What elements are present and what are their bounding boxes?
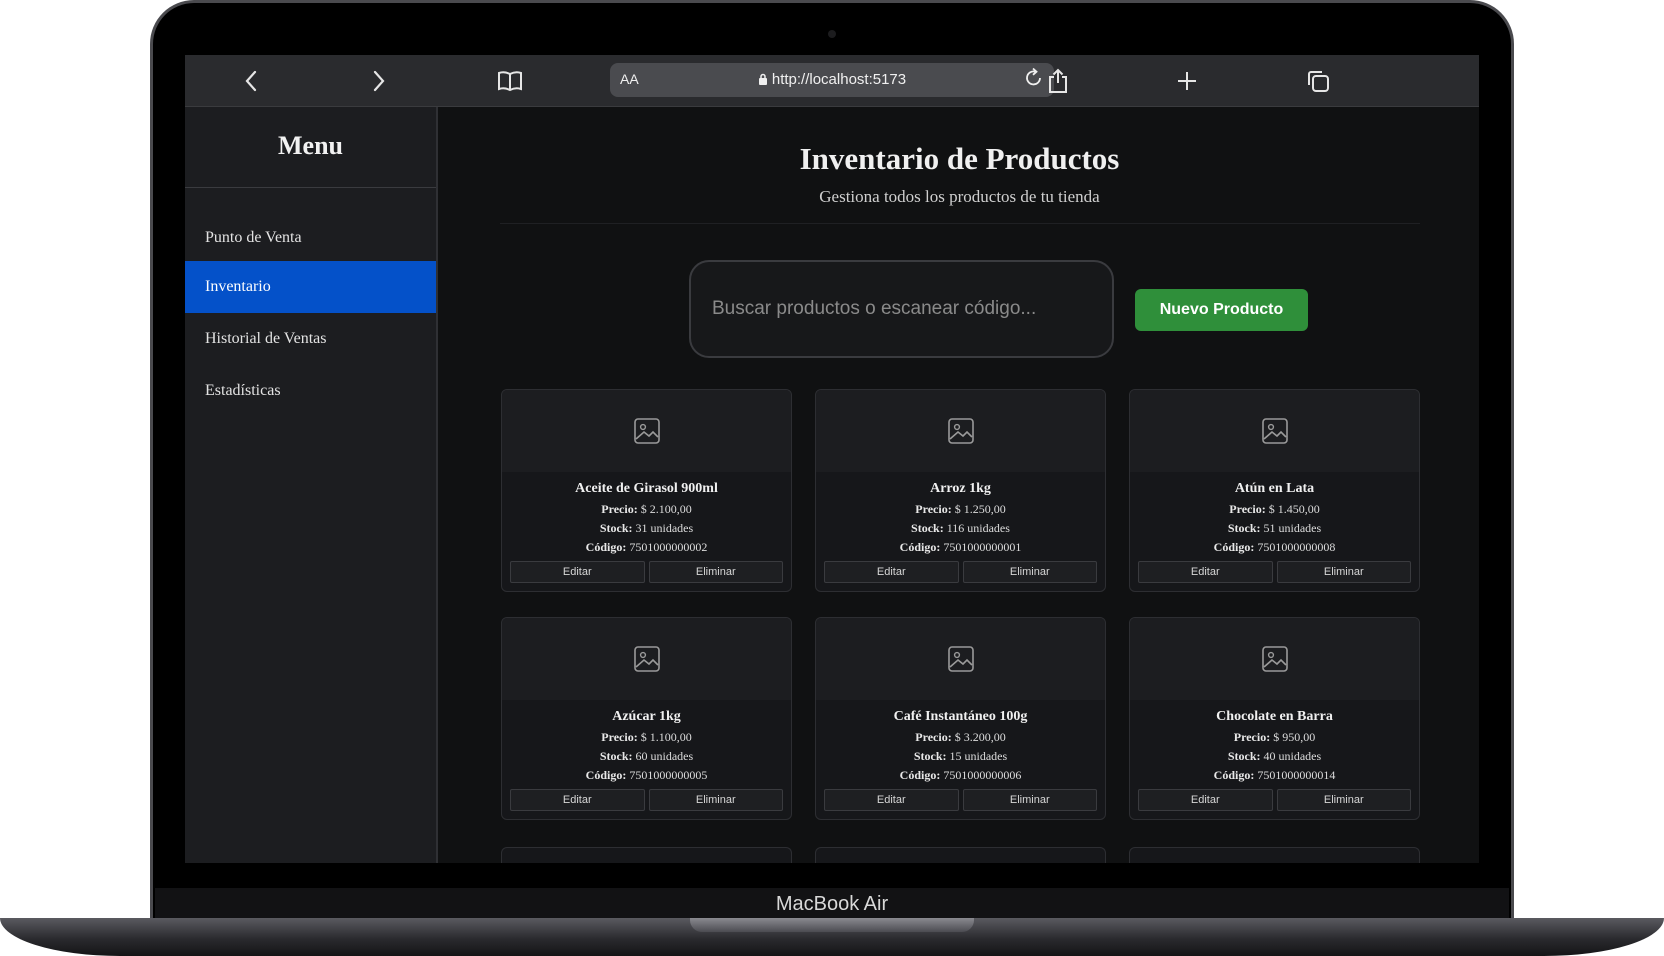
- product-name: Aceite de Girasol 900ml: [575, 481, 718, 496]
- delete-button[interactable]: Eliminar: [1276, 561, 1411, 583]
- browser-toolbar: AA http://localhost:5173: [185, 55, 1479, 107]
- page-subtitle: Gestiona todos los productos de tu tiend…: [819, 187, 1100, 206]
- device-label: MacBook Air: [155, 888, 1509, 920]
- product-card: Aceite de Girasol 900ml Precio: $ 2.100,…: [501, 389, 792, 592]
- product-price: Precio: $ 3.200,00: [915, 730, 1006, 744]
- edit-button[interactable]: Editar: [510, 789, 645, 811]
- edit-button[interactable]: Editar: [510, 561, 645, 583]
- product-card-partial: [815, 847, 1106, 863]
- product-stock: Stock: 31 unidades: [599, 521, 694, 535]
- product-stock: Stock: 15 unidades: [913, 749, 1008, 763]
- image-icon: [947, 418, 974, 444]
- tabs-icon[interactable]: [1302, 65, 1334, 97]
- product-card: Chocolate en Barra Precio: $ 950,00 Stoc…: [1129, 617, 1420, 820]
- sidebar-item-estadisticas[interactable]: Estadísticas: [185, 365, 436, 417]
- product-image-placeholder: [502, 390, 791, 472]
- product-code: Código: 7501000000006: [899, 768, 1022, 782]
- delete-button[interactable]: Eliminar: [962, 789, 1097, 811]
- forward-icon[interactable]: [363, 65, 395, 97]
- product-name: Chocolate en Barra: [1216, 709, 1333, 724]
- product-image-placeholder: [1130, 390, 1419, 472]
- product-card-partial: [501, 847, 792, 863]
- product-price: Precio: $ 2.100,00: [601, 502, 692, 516]
- product-card: Café Instantáneo 100g Precio: $ 3.200,00…: [815, 617, 1106, 820]
- sidebar: Menu Punto de Venta Inventario Historial…: [185, 107, 438, 863]
- camera-dot: [828, 30, 836, 38]
- product-price: Precio: $ 950,00: [1233, 730, 1316, 744]
- edit-button[interactable]: Editar: [1138, 789, 1273, 811]
- product-image-placeholder: [816, 390, 1105, 472]
- delete-button[interactable]: Eliminar: [962, 561, 1097, 583]
- product-name: Café Instantáneo 100g: [893, 709, 1028, 724]
- image-icon: [633, 646, 660, 672]
- product-card: Arroz 1kg Precio: $ 1.250,00 Stock: 116 …: [815, 389, 1106, 592]
- sidebar-item-inventario[interactable]: Inventario: [185, 261, 436, 313]
- search-input[interactable]: [689, 260, 1114, 358]
- product-code: Código: 7501000000014: [1213, 768, 1336, 782]
- product-code: Código: 7501000000005: [585, 768, 708, 782]
- product-image-placeholder: [502, 618, 791, 700]
- sidebar-title: Menu: [185, 107, 436, 188]
- product-price: Precio: $ 1.250,00: [915, 502, 1006, 516]
- product-image-placeholder: [1130, 618, 1419, 700]
- main-content: Inventario de Productos Gestiona todos l…: [440, 107, 1479, 863]
- product-card: Azúcar 1kg Precio: $ 1.100,00 Stock: 60 …: [501, 617, 792, 820]
- product-name: Arroz 1kg: [930, 481, 991, 496]
- screen: AA http://localhost:5173 Menu Punto de V…: [185, 55, 1479, 863]
- edit-button[interactable]: Editar: [824, 561, 959, 583]
- product-stock: Stock: 116 unidades: [911, 521, 1010, 535]
- back-icon[interactable]: [235, 65, 267, 97]
- delete-button[interactable]: Eliminar: [1276, 789, 1411, 811]
- product-price: Precio: $ 1.100,00: [601, 730, 692, 744]
- product-image-placeholder: [816, 618, 1105, 700]
- sidebar-item-punto-de-venta[interactable]: Punto de Venta: [185, 212, 436, 264]
- product-card: Atún en Lata Precio: $ 1.450,00 Stock: 5…: [1129, 389, 1420, 592]
- share-icon[interactable]: [1042, 65, 1074, 97]
- product-stock: Stock: 51 unidades: [1227, 521, 1322, 535]
- url-text: http://localhost:5173: [610, 71, 1054, 88]
- edit-button[interactable]: Editar: [1138, 561, 1273, 583]
- bookmarks-icon[interactable]: [494, 65, 526, 97]
- image-icon: [1261, 418, 1288, 444]
- product-code: Código: 7501000000001: [899, 540, 1022, 554]
- product-name: Atún en Lata: [1234, 481, 1315, 496]
- new-product-button[interactable]: Nuevo Producto: [1135, 289, 1308, 331]
- delete-button[interactable]: Eliminar: [648, 789, 783, 811]
- page-title: Inventario de Productos: [799, 141, 1120, 176]
- laptop-hinge: [690, 918, 974, 932]
- header-divider: [500, 223, 1420, 224]
- product-code: Código: 7501000000008: [1213, 540, 1336, 554]
- product-stock: Stock: 40 unidades: [1227, 749, 1322, 763]
- sidebar-item-historial-de-ventas[interactable]: Historial de Ventas: [185, 313, 436, 365]
- edit-button[interactable]: Editar: [824, 789, 959, 811]
- product-price: Precio: $ 1.450,00: [1229, 502, 1320, 516]
- new-tab-icon[interactable]: [1171, 65, 1203, 97]
- image-icon: [1261, 646, 1288, 672]
- url-value: http://localhost:5173: [771, 71, 907, 88]
- address-bar[interactable]: AA http://localhost:5173: [610, 63, 1054, 97]
- product-card-partial: [1129, 847, 1420, 863]
- image-icon: [947, 646, 974, 672]
- product-code: Código: 7501000000002: [585, 540, 708, 554]
- reload-icon[interactable]: [1024, 67, 1044, 95]
- product-name: Azúcar 1kg: [612, 709, 681, 724]
- image-icon: [633, 418, 660, 444]
- delete-button[interactable]: Eliminar: [648, 561, 783, 583]
- lock-icon: [758, 73, 767, 85]
- product-stock: Stock: 60 unidades: [599, 749, 694, 763]
